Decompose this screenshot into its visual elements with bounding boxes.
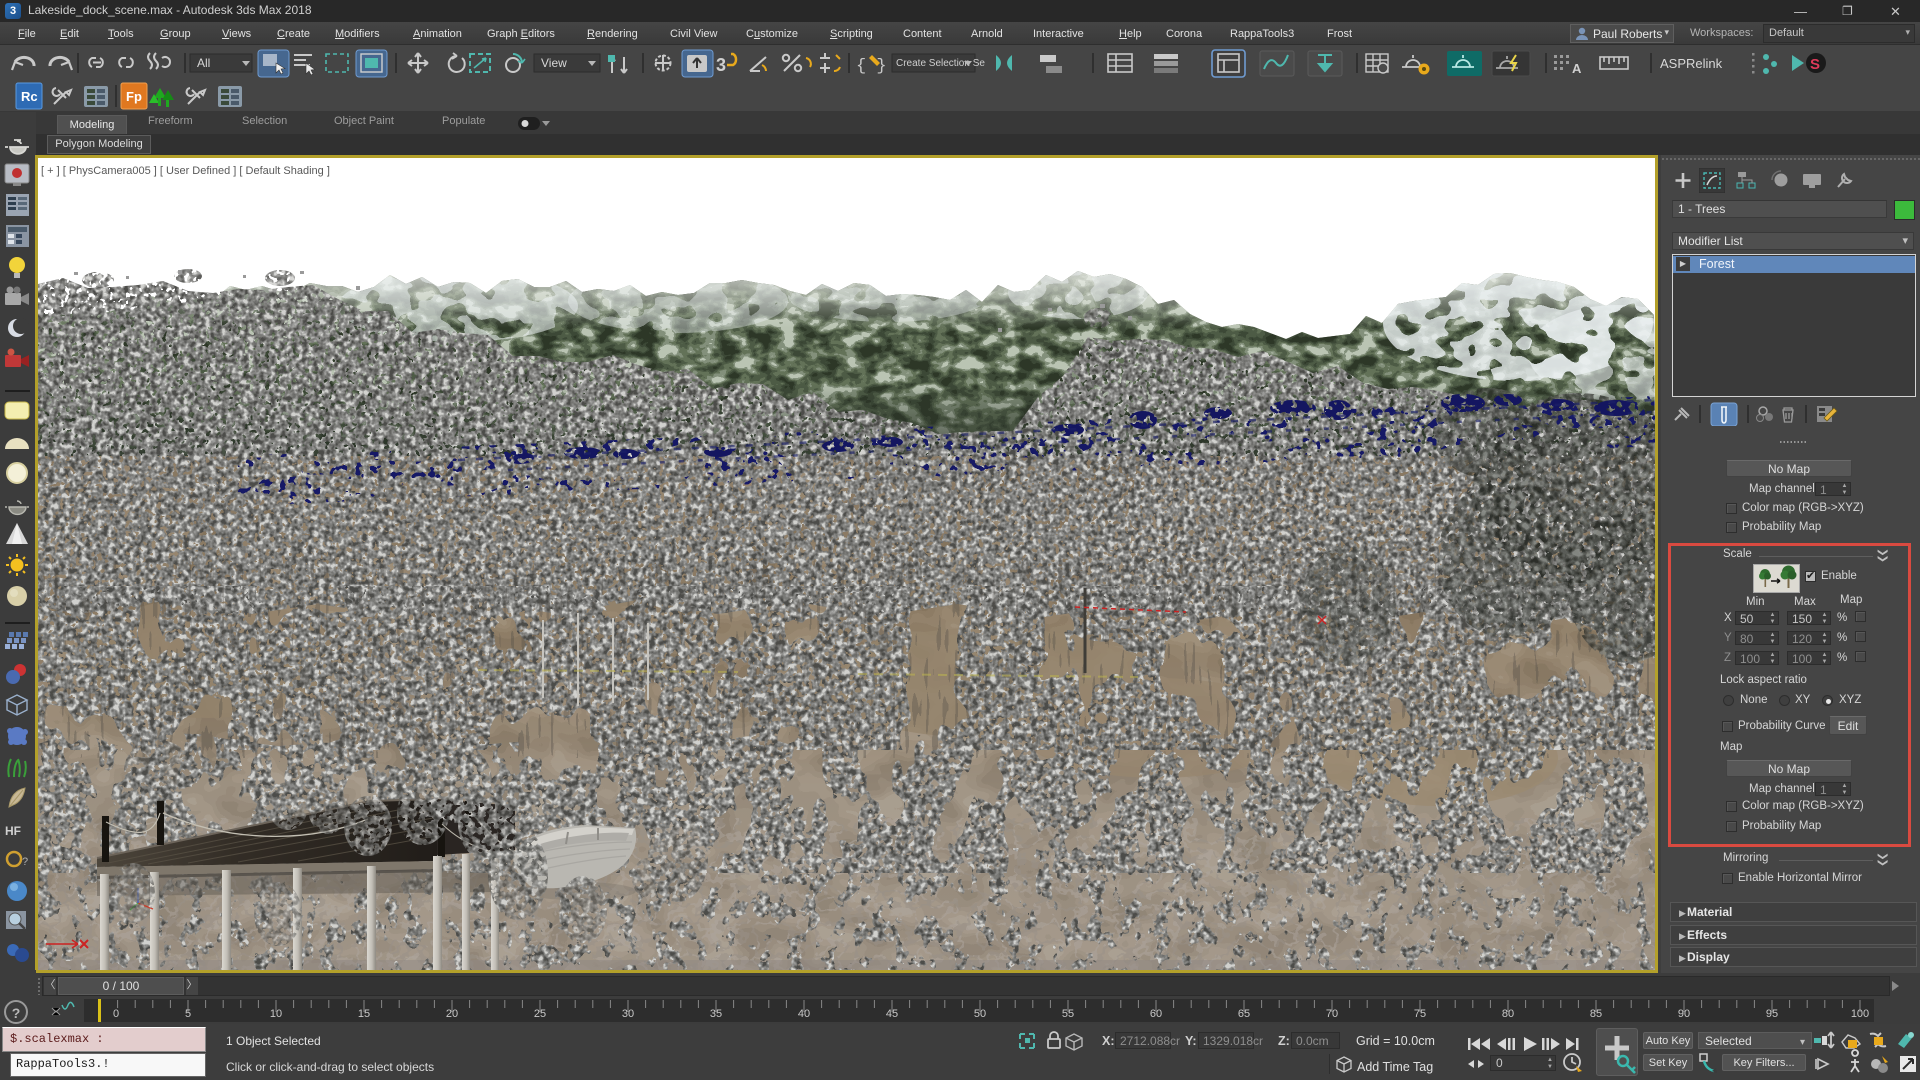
svg-text:ASPRelink: ASPRelink xyxy=(1660,56,1723,71)
svg-text:3: 3 xyxy=(716,55,726,75)
svg-text:Fp: Fp xyxy=(126,89,142,104)
svg-text:?: ? xyxy=(22,856,28,868)
svg-text:Rc: Rc xyxy=(21,89,38,104)
svg-text:S: S xyxy=(1810,56,1820,73)
svg-text:Create Selection Se: Create Selection Se xyxy=(896,58,985,69)
svg-text:A: A xyxy=(1572,61,1582,76)
svg-text:View: View xyxy=(541,56,567,70)
svg-text:All: All xyxy=(197,56,210,70)
svg-text:HF: HF xyxy=(5,824,21,838)
